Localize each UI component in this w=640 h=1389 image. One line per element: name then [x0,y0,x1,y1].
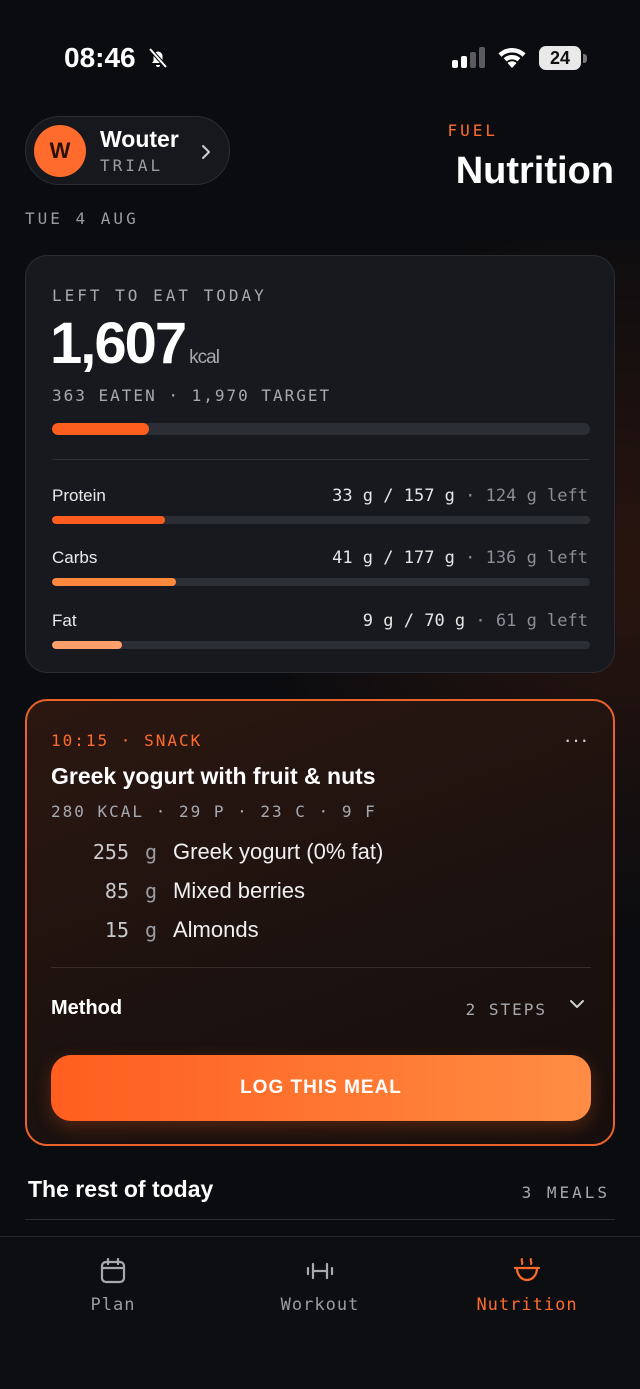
macro-name-fat: Fat [52,611,77,630]
macro-left-protein: · 124 g left [465,486,588,506]
status-time: 08:46 [64,42,136,73]
ingredient-name: Almonds [173,917,259,942]
meal-title: Greek yogurt with fruit & nuts [51,763,376,789]
kcal-left-value: 1,607 [50,311,187,376]
chevron-right-icon [202,145,210,159]
calendar-icon [100,1257,126,1284]
ingredient-row: 255 g Greek yogurt (0% fat) [51,839,591,878]
user-plan: TRIAL [100,156,164,175]
macro-fill-carbs [52,578,176,586]
date-label: TUE 4 AUG [25,209,139,228]
tab-plan[interactable]: Plan [23,1257,203,1315]
user-name: Wouter [100,126,179,152]
ingredient-row: 85 g Mixed berries [51,878,591,917]
calorie-progress-fill [52,423,149,435]
battery-indicator: 24 [539,46,581,70]
macro-bar-carbs [52,578,590,586]
ingredient-qty: 85 [104,879,129,903]
left-to-eat-label: LEFT TO EAT TODAY [52,286,267,305]
status-bar: 08:46 24 [0,0,640,110]
macro-left-fat: · 61 g left [475,611,588,631]
meal-divider [51,967,591,968]
macro-name-carbs: Carbs [52,548,98,567]
rest-of-today-count: 3 MEALS [521,1183,610,1202]
macro-fill-protein [52,516,165,524]
ingredient-name: Mixed berries [173,878,306,903]
ingredient-name: Greek yogurt (0% fat) [173,839,384,864]
chevron-down-icon[interactable] [569,998,585,1010]
macro-amount-protein: 33 g / 157 g [332,486,455,506]
ingredient-list: 255 g Greek yogurt (0% fat) 85 g Mixed b… [51,839,591,956]
ingredient-unit: g [144,879,158,903]
page-title: Nutrition [455,150,614,192]
macro-bar-fat [52,641,590,649]
method-toggle[interactable]: Method [51,997,122,1020]
battery-tip [583,54,587,63]
macro-fill-fat [52,641,122,649]
dumbbell-icon [306,1262,334,1280]
macro-amount-fat: 9 g / 70 g [362,611,466,631]
bowl-icon [513,1258,541,1282]
tab-label-nutrition: Nutrition [476,1295,578,1315]
kcal-unit: kcal [189,347,220,368]
calorie-progress-bar [52,423,590,435]
rest-of-today-title: The rest of today [28,1176,214,1202]
macro-stat-carbs: 41 g / 177 g · 136 g left [332,548,588,568]
avatar: W [34,124,86,177]
bell-muted-icon [148,47,168,69]
meal-time-type: 10:15 · SNACK [51,731,203,750]
meal-card[interactable]: 10:15 · SNACK ··· Greek yogurt with frui… [25,699,615,1146]
summary-divider [52,459,590,460]
cell-signal-icon [452,46,485,68]
rest-divider [25,1219,615,1220]
macro-name-protein: Protein [52,486,106,505]
tab-bar: Plan Workout Nutrition [0,1236,640,1389]
ingredient-row: 15 g Almonds [51,917,591,956]
ingredient-qty: 15 [104,918,129,942]
kcal-left: 1,607 kcal [50,310,220,377]
tab-label-plan: Plan [90,1295,136,1315]
ingredient-unit: g [144,840,158,864]
tab-nutrition[interactable]: Nutrition [437,1257,617,1315]
ingredient-qty: 255 [92,840,129,864]
user-profile-chip[interactable]: W Wouter TRIAL [25,116,230,185]
more-options-icon[interactable]: ··· [564,727,589,753]
macro-left-carbs: · 136 g left [465,548,588,568]
section-kicker: FUEL [447,121,498,140]
macro-amount-carbs: 41 g / 177 g [332,548,455,568]
eaten-target-line: 363 EATEN · 1,970 TARGET [52,386,332,405]
ingredient-unit: g [144,918,158,942]
daily-summary-card: LEFT TO EAT TODAY 1,607 kcal 363 EATEN ·… [25,255,615,673]
tab-workout[interactable]: Workout [230,1257,410,1315]
tab-label-workout: Workout [280,1295,360,1315]
meal-macros: 280 KCAL · 29 P · 23 C · 9 F [51,802,377,821]
macro-bar-protein [52,516,590,524]
log-meal-button[interactable]: LOG THIS MEAL [51,1055,591,1121]
macro-stat-protein: 33 g / 157 g · 124 g left [332,486,588,506]
method-steps-count: 2 STEPS [465,1000,547,1019]
macro-stat-fat: 9 g / 70 g · 61 g left [363,611,588,631]
wifi-icon [498,48,526,68]
